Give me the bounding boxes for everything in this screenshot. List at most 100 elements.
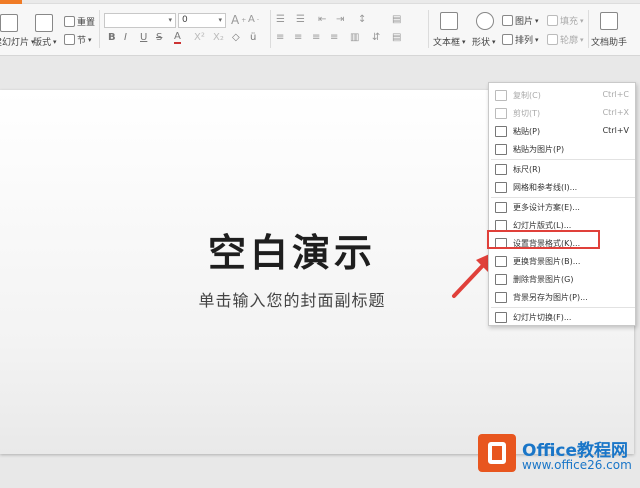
outline-icon [547,34,558,45]
reset-button[interactable]: 重置 [64,15,95,28]
align-left-icon[interactable]: ≡ [276,32,284,43]
superscript-button[interactable]: X² [194,32,205,43]
menu-item-label: 复制(C) [513,90,541,100]
ribbon-divider [588,10,589,48]
distribute-icon[interactable]: ▥ [350,32,359,43]
line-spacing-icon[interactable]: ↕ [358,14,366,25]
ruler-icon [495,163,507,175]
highlight-box [487,230,600,249]
font-name-combo[interactable]: ▾ [104,13,176,28]
menu-item-save-background[interactable]: 背景另存为图片(P)... [489,288,637,306]
menu-shortcut: Ctrl+X [602,108,629,117]
doc-helper-button[interactable] [600,12,618,30]
section-button[interactable]: 节 ▾ [64,33,92,46]
reset-icon [64,16,75,27]
columns-icon[interactable]: ▤ [392,14,401,25]
arrange-label: 排列 [515,36,534,46]
change-background-icon [495,255,507,267]
font-size-combo[interactable]: 0 ▾ [178,13,226,28]
align-right-icon[interactable]: ≡ [312,32,320,43]
textbox-dropdown[interactable]: 文本框 ▾ [433,35,466,49]
indent-icon[interactable]: ⇤ [318,14,326,25]
section-icon [64,34,75,45]
design-icon [495,201,507,213]
menu-shortcut: Ctrl+C [602,90,629,99]
font-color-button[interactable]: A [174,32,181,44]
menu-item-paste[interactable]: 粘贴(P) Ctrl+V [489,122,637,140]
grid-icon [495,181,507,193]
align-center-icon[interactable]: ≡ [294,32,302,43]
ribbon-divider [99,10,100,48]
doc-helper-label: 文档助手 [591,38,628,48]
menu-item-grid[interactable]: 网格和参考线(I)... [489,178,637,196]
new-slide-label: 新建幻灯片 [0,38,30,48]
shape-button[interactable] [476,12,494,30]
shape-dropdown[interactable]: 形状 ▾ [472,35,496,49]
watermark-url: www.office26.com [522,458,632,472]
textbox-button[interactable] [440,12,458,30]
outline-button[interactable]: 轮廓 ▾ [547,33,584,46]
layout-dropdown[interactable]: 版式 ▾ [33,35,57,49]
arrange-icon [502,34,513,45]
grow-font-icon: A [231,13,240,27]
grow-font-button[interactable]: A + [231,13,246,27]
font-size-value: 0 [182,15,188,25]
clear-format-icon[interactable]: ◇ [232,32,240,43]
align-text-icon[interactable]: ▤ [392,32,401,43]
bullets-icon[interactable]: ☰ [276,14,285,25]
new-slide-label-button[interactable]: 新建幻灯片▾ [0,35,35,49]
ribbon-toolbar: 新建幻灯片▾ 版式▾ 重置 节▾ ▾ 0▾ A+ A- B I U S A X²… [0,0,640,56]
fill-icon [547,15,558,26]
text-direction-icon[interactable]: ⇵ [372,32,380,43]
section-label: 节 [77,36,87,46]
menu-item-label: 网格和参考线(I)... [513,182,578,192]
shape-label: 形状 [472,38,491,48]
doc-helper-label-button[interactable]: 文档助手 [591,35,627,48]
ribbon-divider [270,10,271,48]
shape-icon [476,12,494,30]
menu-item-label: 背景另存为图片(P)... [513,292,588,302]
app-menu-tab[interactable] [0,0,22,4]
menu-item-label: 粘贴为图片(P) [513,144,565,154]
new-slide-button[interactable] [0,14,18,32]
menu-item-copy[interactable]: 复制(C) Ctrl+C [489,86,637,104]
menu-item-label: 更换背景图片(B)... [513,256,581,266]
ribbon-divider [428,10,429,48]
menu-item-paste-as-picture[interactable]: 粘贴为图片(P) [489,140,637,158]
menu-item-cut[interactable]: 剪切(T) Ctrl+X [489,104,637,122]
outdent-icon[interactable]: ⇥ [336,14,344,25]
menu-item-label: 剪切(T) [513,108,541,118]
italic-button[interactable]: I [124,32,127,43]
shrink-font-button[interactable]: A- [248,14,259,25]
menu-item-transition[interactable]: 幻灯片切换(F)... [489,308,637,326]
menu-item-delete-background[interactable]: 删除背景图片(G) [489,270,637,288]
office-logo-icon [478,434,516,472]
strikethrough-button[interactable]: S [156,32,162,43]
cut-icon [495,107,507,119]
delete-background-icon [495,273,507,285]
menu-item-ruler[interactable]: 标尺(R) [489,160,637,178]
underline-button[interactable]: U [140,32,147,43]
menu-item-change-background[interactable]: 更换背景图片(B)... [489,252,637,270]
char-spacing-icon[interactable]: ü [250,32,256,43]
layout-icon [35,14,53,32]
subscript-button[interactable]: X₂ [213,32,224,43]
justify-icon[interactable]: ≡ [330,32,338,43]
textbox-icon [440,12,458,30]
menu-item-label: 更多设计方案(E)... [513,202,580,212]
picture-button[interactable]: 图片 ▾ [502,14,539,27]
fill-button[interactable]: 填充 ▾ [547,14,584,27]
watermark: Office教程网 www.office26.com [470,424,640,488]
layout-button[interactable] [35,14,53,32]
menu-item-more-designs[interactable]: 更多设计方案(E)... [489,198,637,216]
copy-icon [495,89,507,101]
menu-item-label: 删除背景图片(G) [513,274,574,284]
new-slide-icon [0,14,18,32]
arrange-button[interactable]: 排列 ▾ [502,33,539,46]
shrink-font-icon: A [248,14,255,25]
menu-item-label: 粘贴(P) [513,126,541,136]
bold-button[interactable]: B [108,32,116,43]
layout-icon [495,219,507,231]
picture-label: 图片 [515,17,534,27]
numbering-icon[interactable]: ☰ [296,14,305,25]
